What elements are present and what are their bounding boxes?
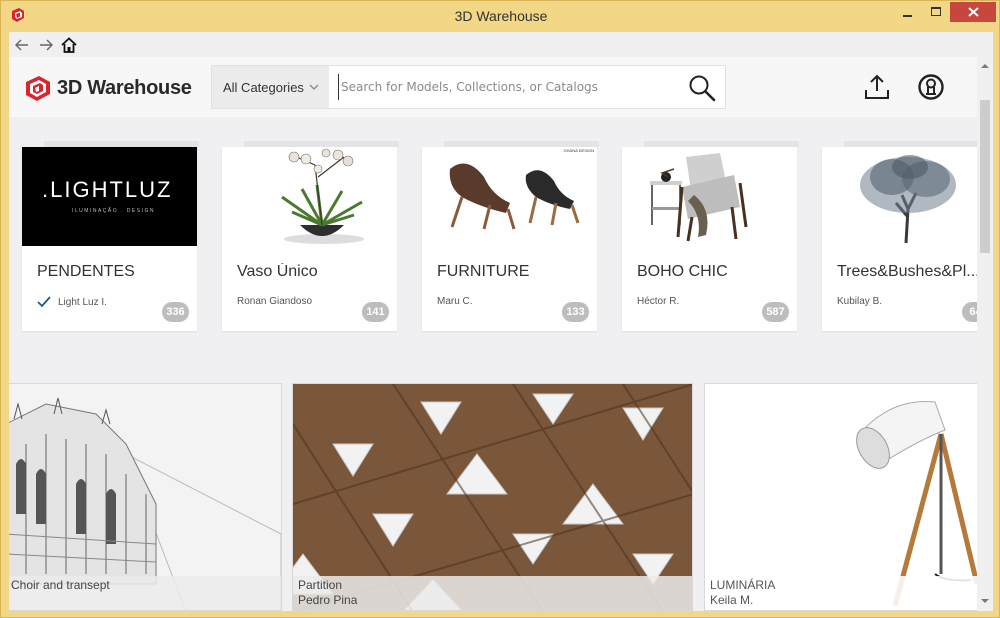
site-logo[interactable]: 3D Warehouse — [23, 71, 203, 105]
collections-row: .LIGHTLUZ ILUMINAÇÃO . DESIGN PENDENTES … — [9, 141, 977, 387]
collection-title: Vaso Único — [237, 263, 318, 280]
collection-thumbnail: .LIGHTLUZ ILUMINAÇÃO . DESIGN — [22, 147, 197, 246]
title-bar[interactable]: 3D Warehouse — [1, 1, 1000, 32]
model-count-badge: 64 — [962, 302, 977, 322]
window-title: 3D Warehouse — [454, 8, 548, 24]
home-button[interactable] — [60, 36, 78, 54]
maximize-button[interactable] — [922, 1, 950, 23]
upload-icon[interactable] — [863, 73, 891, 101]
model-owner: Keila M. — [710, 593, 754, 607]
close-button[interactable] — [950, 2, 996, 22]
forward-arrow-icon — [40, 39, 53, 51]
navigation-bar — [9, 32, 993, 57]
model-name: LUMINÁRIA — [710, 578, 776, 592]
close-icon — [967, 7, 979, 17]
maximize-icon — [931, 7, 941, 16]
category-dropdown[interactable]: All Categories — [212, 66, 329, 108]
armchair-with-table-image — [650, 153, 748, 242]
model-caption: LUMINÁRIA Keila M. — [705, 576, 977, 610]
user-account-icon[interactable] — [917, 73, 945, 101]
minimize-icon — [903, 15, 912, 17]
collection-thumbnail: GHANA DESIGN — [422, 147, 597, 246]
verified-check-icon — [37, 296, 51, 308]
collection-card[interactable]: Trees&Bushes&Pl... Kubilay B. 64 — [822, 141, 977, 331]
model-caption: Partition Pedro Pina — [293, 576, 692, 610]
app-window: 3D Warehouse 3D Warehouse All Categories… — [0, 0, 1000, 618]
model-card[interactable]: Partition Pedro Pina — [292, 383, 693, 611]
model-card[interactable]: LUMINÁRIA Keila M. — [704, 383, 977, 611]
collection-card[interactable]: .LIGHTLUZ ILUMINAÇÃO . DESIGN PENDENTES … — [22, 141, 199, 331]
lightluz-tagline: ILUMINAÇÃO . DESIGN — [72, 208, 155, 214]
collection-thumbnail — [622, 147, 797, 246]
model-card[interactable]: Choir and transept — [9, 383, 282, 611]
model-name: Partition — [298, 578, 343, 592]
warehouse-logo-icon — [26, 76, 50, 101]
collection-card[interactable]: GHANA DESIGN FURNITURE Maru C. 133 — [422, 141, 599, 331]
collection-title: Trees&Bushes&Pl... — [837, 263, 977, 280]
collection-card[interactable]: BOHO CHIC Héctor R. 587 — [622, 141, 799, 331]
forward-button[interactable] — [37, 36, 55, 54]
scroll-up-icon[interactable] — [980, 62, 990, 70]
collection-title: BOHO CHIC — [637, 263, 728, 280]
minimize-button[interactable] — [894, 1, 922, 23]
collection-card[interactable]: Vaso Único Ronan Giandoso 141 — [222, 141, 399, 331]
model-name: Choir and transept — [11, 578, 110, 592]
site-header: 3D Warehouse All Categories — [9, 57, 977, 117]
tree-image — [860, 155, 956, 244]
model-count-badge: 141 — [362, 302, 389, 322]
warehouse-page: 3D Warehouse All Categories Search for M… — [9, 57, 977, 611]
scroll-thumb[interactable] — [980, 100, 990, 253]
search-icon[interactable] — [687, 73, 717, 103]
model-count-badge: 133 — [562, 302, 589, 322]
client-area: 3D Warehouse All Categories Search for M… — [9, 32, 993, 611]
search-input[interactable] — [338, 74, 678, 100]
home-icon — [61, 37, 77, 53]
vertical-scrollbar[interactable] — [977, 57, 993, 611]
search-box: All Categories — [211, 65, 726, 109]
collection-owner[interactable]: Ronan Giandoso — [237, 296, 312, 307]
models-row: Choir and transept Partition Pedro Pina … — [9, 383, 977, 611]
collection-title: PENDENTES — [37, 263, 135, 280]
scroll-down-icon[interactable] — [980, 597, 990, 605]
collection-title: FURNITURE — [437, 263, 530, 280]
model-owner: Pedro Pina — [298, 593, 358, 607]
back-button[interactable] — [13, 36, 31, 54]
collection-owner[interactable]: Héctor R. — [637, 296, 679, 307]
collection-thumbnail — [222, 147, 397, 246]
orchid-plant-image — [281, 148, 364, 244]
category-label: All Categories — [223, 79, 304, 95]
logo-text: 3D Warehouse — [57, 76, 192, 99]
lightluz-logo-text: .LIGHTLUZ — [42, 177, 173, 202]
collection-thumbnail — [822, 147, 977, 246]
collection-owner[interactable]: Kubilay B. — [837, 296, 882, 307]
model-count-badge: 336 — [162, 302, 189, 322]
collection-owner[interactable]: Light Luz I. — [37, 296, 107, 308]
lounge-chairs-image — [449, 163, 580, 230]
model-caption: Choir and transept — [9, 576, 281, 610]
back-arrow-icon — [15, 39, 28, 51]
model-count-badge: 587 — [762, 302, 789, 322]
ghana-design-label: GHANA DESIGN — [563, 148, 594, 153]
chevron-down-icon — [309, 84, 319, 90]
collection-owner[interactable]: Maru C. — [437, 296, 473, 307]
